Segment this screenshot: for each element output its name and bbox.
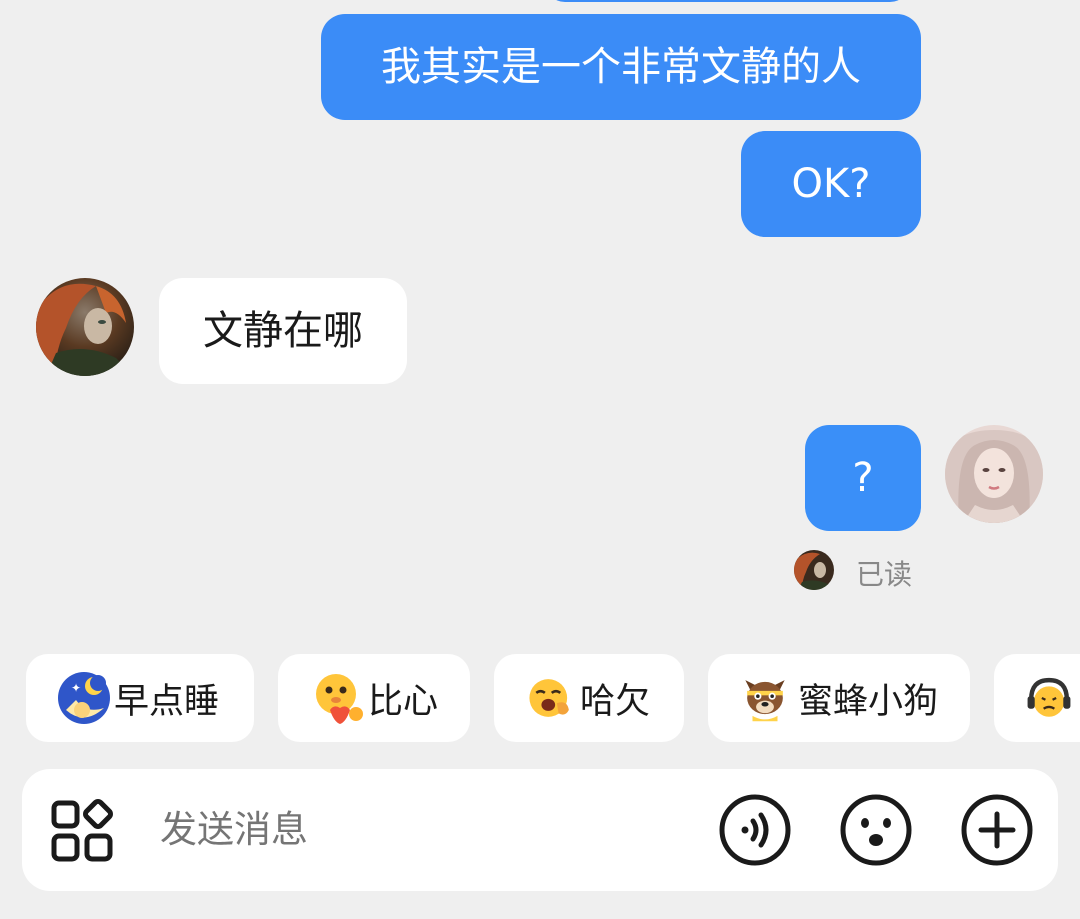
- message-bubble-incoming[interactable]: 文静在哪: [159, 278, 407, 384]
- finger-heart-emoji-icon: [316, 674, 363, 724]
- quick-reply-chip[interactable]: 哈欠: [494, 654, 684, 742]
- message-bubble-outgoing[interactable]: ?: [805, 425, 921, 531]
- quick-reply-label: 比心: [368, 681, 439, 722]
- moon-sleep-emoji-icon: ✦: [58, 672, 110, 724]
- read-receipt-avatar: [794, 550, 834, 590]
- quick-reply-label: 蜜蜂小狗: [798, 681, 939, 722]
- voice-icon[interactable]: [718, 793, 792, 867]
- message-bubble-outgoing[interactable]: 我其实是一个非常文静的人: [321, 14, 921, 120]
- message-text: OK?: [791, 161, 871, 207]
- user-avatar[interactable]: [945, 425, 1043, 523]
- message-bubble-outgoing[interactable]: OK?: [741, 131, 921, 237]
- read-receipt-label: 已读: [856, 558, 913, 591]
- quick-reply-chip[interactable]: 比心: [278, 654, 470, 742]
- apps-grid-icon[interactable]: [50, 799, 114, 863]
- message-input[interactable]: [160, 807, 680, 851]
- quick-reply-chip[interactable]: ✦ 早点睡: [26, 654, 254, 742]
- message-text: 我其实是一个非常文静的人: [381, 44, 861, 90]
- quick-reply-label: 哈欠: [580, 681, 651, 722]
- bee-dog-emoji-icon: [745, 680, 785, 722]
- svg-text:✦: ✦: [71, 681, 81, 695]
- quick-reply-label: 早点睡: [114, 681, 220, 722]
- message-text: ?: [852, 455, 874, 501]
- previous-message-bubble[interactable]: [545, 0, 910, 2]
- plus-icon[interactable]: [960, 793, 1034, 867]
- quick-reply-chip[interactable]: [994, 654, 1080, 742]
- yawn-emoji-icon: [529, 679, 569, 717]
- message-text: 文静在哪: [203, 308, 363, 354]
- emoji-face-icon[interactable]: [839, 793, 913, 867]
- headphone-emoji-icon: [1027, 677, 1071, 717]
- contact-avatar[interactable]: [36, 278, 134, 376]
- quick-reply-chip[interactable]: 蜜蜂小狗: [708, 654, 970, 742]
